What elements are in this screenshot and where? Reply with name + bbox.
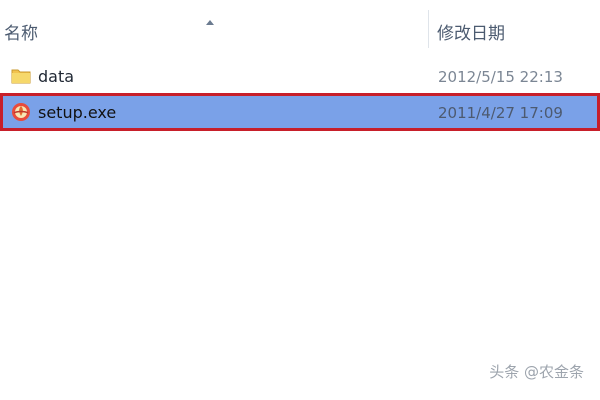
- setup-exe-icon: [10, 101, 32, 123]
- file-date-modified-setup-exe: 2011/4/27 17:09: [438, 104, 563, 122]
- column-header-date-modified-label: 修改日期: [437, 24, 505, 44]
- column-header-name-label: 名称: [4, 24, 38, 44]
- file-row-setup-exe[interactable]: setup.exe 2011/4/27 17:09: [0, 93, 600, 131]
- file-name-setup-exe: setup.exe: [38, 103, 117, 122]
- sort-ascending-icon: [206, 20, 214, 25]
- file-list-header: 名称 修改日期: [0, 0, 600, 48]
- file-row-data[interactable]: data 2012/5/15 22:13: [0, 59, 600, 93]
- folder-icon: [10, 65, 32, 87]
- file-date-modified-data: 2012/5/15 22:13: [438, 68, 563, 86]
- file-name-data: data: [38, 67, 75, 86]
- watermark-text: 头条 @农金条: [489, 363, 584, 381]
- column-header-name[interactable]: 名称: [0, 10, 428, 48]
- column-header-date-modified[interactable]: 修改日期: [429, 10, 600, 48]
